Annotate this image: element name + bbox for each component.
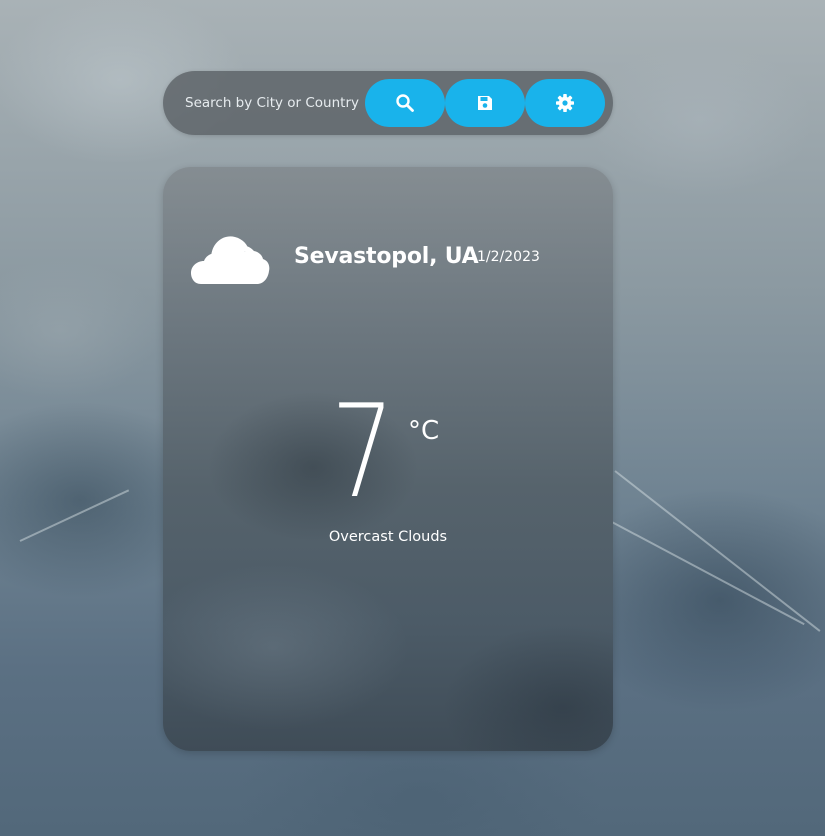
search-icon — [396, 94, 414, 112]
temperature-unit: °C — [408, 416, 440, 446]
settings-button[interactable] — [525, 79, 605, 127]
background-streak — [609, 520, 805, 626]
weather-condition: Overcast Clouds — [328, 529, 448, 545]
date-label: 1/2/2023 — [477, 249, 540, 265]
search-bar — [163, 71, 613, 135]
search-input[interactable] — [185, 88, 363, 118]
temperature-display: 7 °C — [163, 389, 613, 529]
save-button[interactable] — [445, 79, 525, 127]
search-button[interactable] — [365, 79, 445, 127]
weather-card: Sevastopol, UA 1/2/2023 7 °C Overcast Cl… — [163, 167, 613, 751]
background-streak — [19, 489, 130, 542]
gear-icon — [556, 94, 574, 112]
location-name: Sevastopol, UA — [294, 244, 479, 269]
background-streak — [614, 470, 821, 632]
save-icon — [478, 96, 492, 110]
cloud-icon — [191, 236, 270, 284]
temperature-value: 7 — [331, 378, 395, 527]
